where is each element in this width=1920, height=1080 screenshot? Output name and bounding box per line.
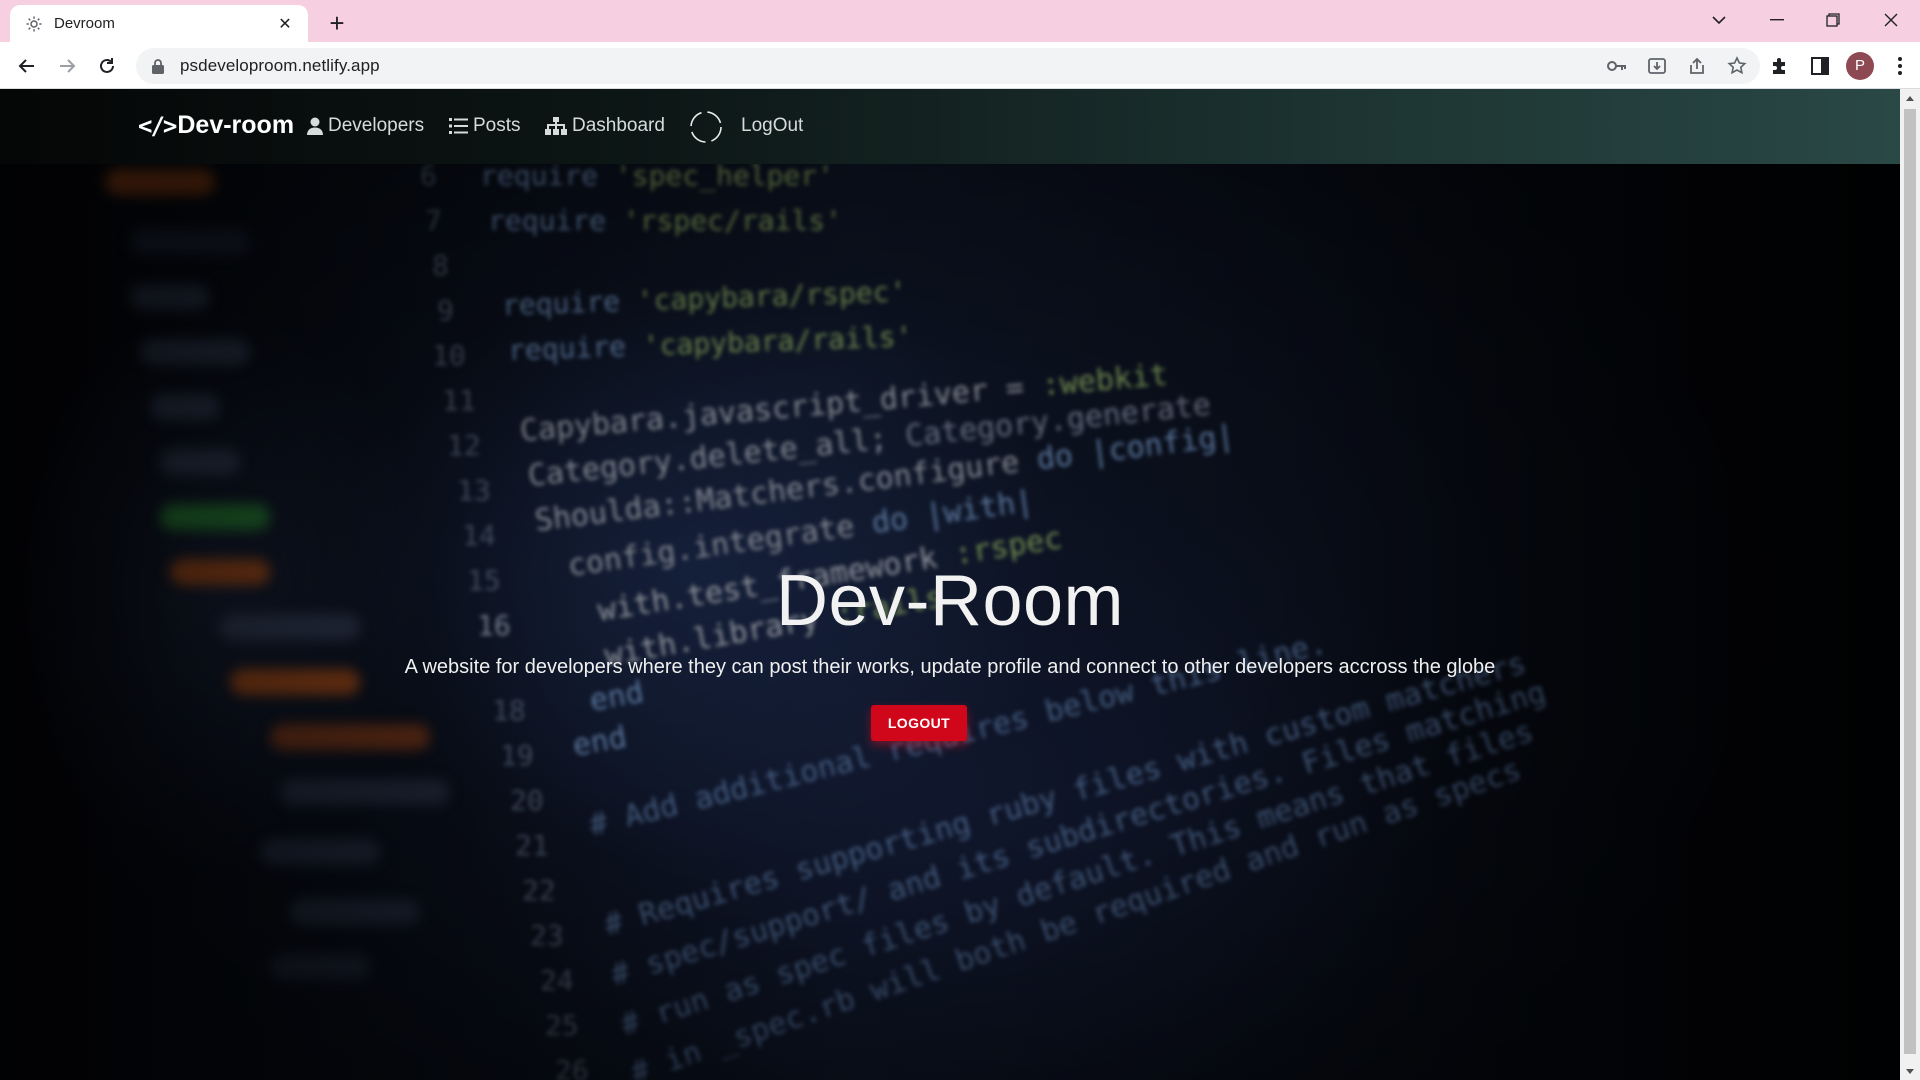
tab-title: Devroom [54, 15, 115, 32]
restore-button[interactable] [1810, 4, 1856, 36]
profile-avatar[interactable]: P [1840, 46, 1880, 86]
back-button[interactable] [11, 50, 43, 82]
loading-spinner-icon [689, 110, 723, 149]
bookmark-star-icon[interactable] [1724, 53, 1750, 79]
logout-button[interactable]: LOGOUT [871, 705, 967, 741]
page-scrollbar[interactable] [1900, 89, 1920, 1080]
browser-tab[interactable]: Devroom ✕ [10, 5, 308, 42]
menu-kebab-icon[interactable] [1880, 46, 1920, 86]
nav-link-developers[interactable]: Developers [307, 115, 424, 137]
close-window-button[interactable] [1868, 4, 1914, 36]
scroll-down-arrow-icon[interactable] [1900, 1062, 1920, 1080]
url-text[interactable]: psdeveloproom.netlify.app [180, 56, 380, 76]
share-icon[interactable] [1684, 53, 1710, 79]
nav-link-label: Developers [328, 115, 425, 136]
scroll-up-arrow-icon[interactable] [1900, 89, 1920, 107]
key-icon[interactable] [1604, 53, 1630, 79]
gear-favicon-icon [24, 14, 44, 34]
nav-link-posts[interactable]: Posts [449, 115, 521, 137]
address-bar[interactable]: psdeveloproom.netlify.app [136, 48, 1760, 84]
reload-button[interactable] [91, 50, 123, 82]
lock-icon[interactable] [152, 58, 166, 74]
sitemap-icon [545, 117, 567, 135]
hero-subtitle: A website for developers where they can … [404, 656, 1496, 678]
brand-logo-link[interactable]: </> Dev-room [138, 111, 294, 140]
browser-tabstrip: Devroom ✕ + [0, 0, 1920, 42]
nav-link-logout[interactable]: LogOut [741, 115, 803, 137]
page-viewport: 6 7 8 9 10 11 12 13 14 15 16 18 19 20 21… [0, 89, 1900, 1080]
side-panel-icon[interactable] [1800, 46, 1840, 86]
extensions-puzzle-icon[interactable] [1760, 46, 1800, 86]
scrollbar-thumb[interactable] [1904, 109, 1916, 1054]
nav-link-label: Posts [473, 115, 521, 136]
minimize-button[interactable] [1754, 4, 1800, 36]
tab-search-icon[interactable] [1696, 4, 1742, 36]
top-navbar: </> Dev-room Developers Posts Dashboard … [0, 89, 1900, 164]
browser-toolbar: psdeveloproom.netlify.app P [0, 42, 1920, 89]
new-tab-button[interactable]: + [322, 8, 352, 38]
nav-link-label: LogOut [741, 115, 804, 136]
nav-link-dashboard[interactable]: Dashboard [545, 115, 665, 137]
profile-initial: P [1846, 51, 1874, 80]
user-icon [307, 117, 323, 135]
code-brackets-icon: </> [138, 111, 177, 140]
brand-name: Dev-room [177, 111, 295, 139]
install-app-icon[interactable] [1644, 53, 1670, 79]
close-tab-icon[interactable]: ✕ [274, 13, 296, 35]
hero-title: Dev-Room [775, 561, 1125, 641]
nav-link-label: Dashboard [572, 115, 665, 136]
list-icon [449, 118, 468, 134]
forward-button[interactable] [51, 50, 83, 82]
